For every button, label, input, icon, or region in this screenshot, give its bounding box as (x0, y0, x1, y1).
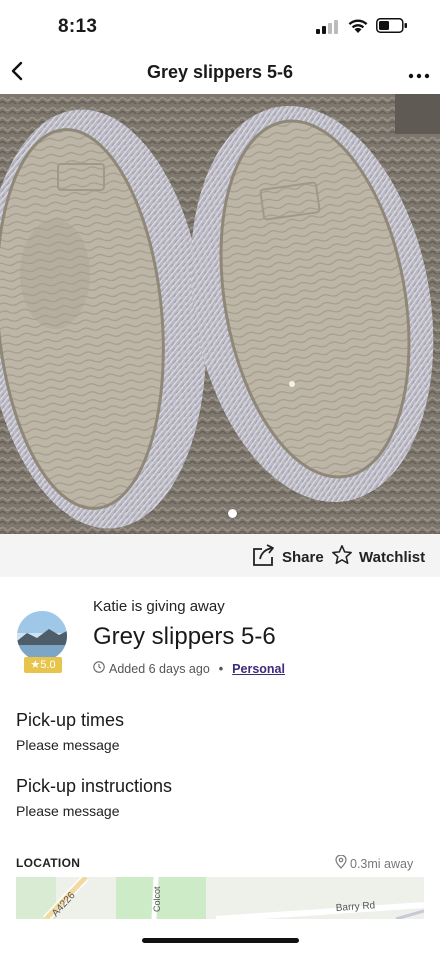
pickup-instructions-heading: Pick-up instructions (16, 776, 173, 796)
location-distance: 0.3mi away (335, 854, 414, 872)
meta-separator: • (218, 661, 224, 676)
share-label: Share (282, 548, 324, 566)
watchlist-button[interactable]: Watchlist (331, 544, 425, 570)
share-icon (252, 544, 276, 570)
share-button[interactable]: Share (252, 544, 324, 570)
watchlist-label: Watchlist (359, 548, 426, 566)
location-pin-icon (335, 854, 347, 872)
home-indicator[interactable] (142, 938, 299, 943)
battery-icon (376, 18, 408, 38)
status-bar: 8:13 (0, 0, 440, 52)
page-title: Grey slippers 5-6 (146, 62, 294, 82)
status-time: 8:13 (58, 16, 98, 37)
cellular-signal-icon (316, 20, 338, 39)
distance-text: 0.3mi away (350, 856, 414, 871)
item-title: Grey slippers 5-6 (93, 623, 276, 650)
star-icon (331, 544, 353, 570)
slippers-photo-icon (0, 94, 440, 534)
category-link[interactable]: Personal (232, 662, 285, 676)
avatar[interactable] (17, 611, 67, 661)
item-photo[interactable] (0, 94, 440, 534)
location-heading: LOCATION (16, 856, 81, 870)
pickup-times-body: Please message (16, 737, 120, 753)
rating-badge: ★5.0 (24, 657, 62, 673)
clock-icon (93, 661, 105, 676)
carousel-indicator[interactable] (228, 509, 237, 518)
item-meta: Added 6 days ago • Personal (93, 661, 285, 676)
added-time: Added 6 days ago (109, 661, 210, 676)
location-map[interactable]: A4226 Colcot Barry Rd (16, 877, 424, 919)
action-bar: Share Watchlist (0, 534, 440, 577)
wifi-icon (347, 17, 369, 39)
pickup-times-heading: Pick-up times (16, 710, 125, 730)
pickup-instructions-body: Please message (16, 803, 120, 819)
nav-bar: Grey slippers 5-6 (0, 52, 440, 94)
giver-text: Katie is giving away (93, 598, 225, 615)
map-label-road2: Colcot (152, 886, 162, 912)
more-options-icon[interactable] (408, 68, 430, 79)
